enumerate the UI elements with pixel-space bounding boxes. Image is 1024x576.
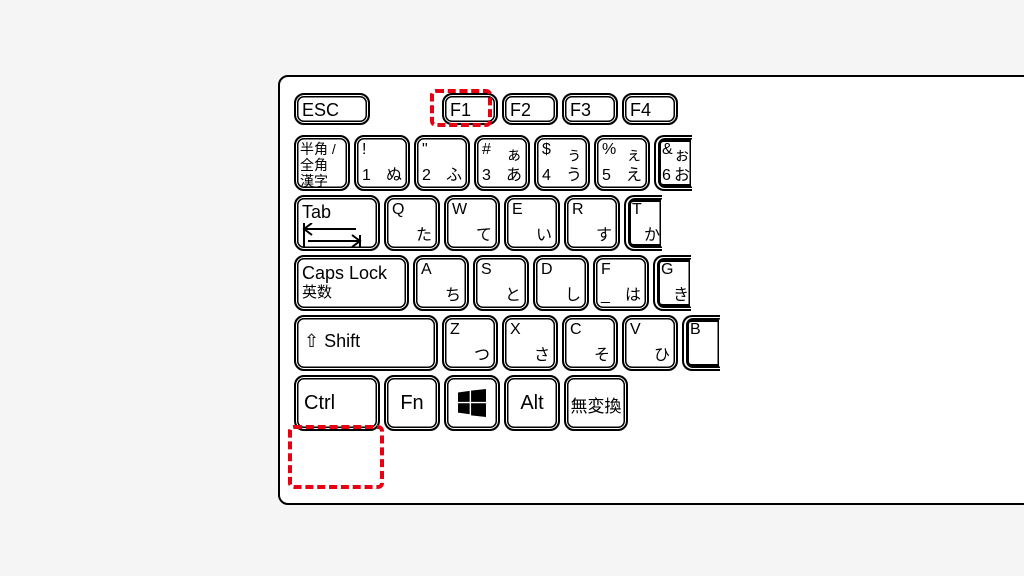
key-zenkaku[interactable]: 半角 / 全角 漢字 (294, 135, 350, 191)
key-fn[interactable]: Fn (384, 375, 440, 431)
windows-icon (458, 389, 486, 417)
key-v[interactable]: Vひ (622, 315, 678, 371)
key-f1[interactable]: F1 (442, 93, 498, 125)
label: 半角 / (300, 141, 344, 157)
key-2[interactable]: "2ふ (414, 135, 470, 191)
label: Tab (302, 202, 372, 223)
key-t[interactable]: Tか (624, 195, 662, 251)
key-e[interactable]: Eい (504, 195, 560, 251)
key-g[interactable]: Gき (653, 255, 691, 311)
key-b[interactable]: B (682, 315, 720, 371)
key-x[interactable]: Xさ (502, 315, 558, 371)
qwerty-row: Tab Qた Wて Eい Rす Tか (294, 195, 1024, 251)
key-s[interactable]: Sと (473, 255, 529, 311)
key-shift[interactable]: ⇧ Shift (294, 315, 438, 371)
key-f2[interactable]: F2 (502, 93, 558, 125)
key-1[interactable]: !1ぬ (354, 135, 410, 191)
key-3[interactable]: #ぁ3あ (474, 135, 530, 191)
shift-arrow-icon: ⇧ (304, 331, 319, 351)
key-a[interactable]: Aち (413, 255, 469, 311)
key-c[interactable]: Cそ (562, 315, 618, 371)
zxcv-row: ⇧ Shift Zつ Xさ Cそ Vひ B (294, 315, 1024, 371)
key-tab[interactable]: Tab (294, 195, 380, 251)
key-6[interactable]: &ぉ6お (654, 135, 692, 191)
key-esc[interactable]: ESC (294, 93, 370, 125)
key-q[interactable]: Qた (384, 195, 440, 251)
key-d[interactable]: Dし (533, 255, 589, 311)
key-4[interactable]: $ぅ4う (534, 135, 590, 191)
label: 漢字 (300, 173, 344, 189)
key-windows[interactable] (444, 375, 500, 431)
key-r[interactable]: Rす (564, 195, 620, 251)
asdf-row: Caps Lock 英数 Aち Sと Dし F_は Gき (294, 255, 1024, 311)
sublabel: 英数 (302, 284, 401, 301)
key-ctrl[interactable]: Ctrl (294, 375, 380, 431)
key-alt[interactable]: Alt (504, 375, 560, 431)
label: Caps Lock (302, 263, 401, 284)
spacer (374, 93, 438, 125)
bottom-row: Ctrl Fn Alt 無変換 (294, 375, 1024, 431)
key-z[interactable]: Zつ (442, 315, 498, 371)
function-row: ESC F1 F2 F3 F4 (294, 93, 1024, 125)
key-f3[interactable]: F3 (562, 93, 618, 125)
key-capslock[interactable]: Caps Lock 英数 (294, 255, 409, 311)
keyboard-frame: ESC F1 F2 F3 F4 半角 / 全角 漢字 !1ぬ "2ふ #ぁ3あ … (278, 75, 1024, 505)
number-row: 半角 / 全角 漢字 !1ぬ "2ふ #ぁ3あ $ぅ4う %ぇ5え &ぉ6お (294, 135, 1024, 191)
key-f[interactable]: F_は (593, 255, 649, 311)
key-w[interactable]: Wて (444, 195, 500, 251)
tab-arrows-icon (302, 223, 362, 247)
key-muhenkan[interactable]: 無変換 (564, 375, 628, 431)
key-5[interactable]: %ぇ5え (594, 135, 650, 191)
label: 全角 (300, 157, 344, 173)
key-f4[interactable]: F4 (622, 93, 678, 125)
label: Shift (324, 331, 360, 351)
